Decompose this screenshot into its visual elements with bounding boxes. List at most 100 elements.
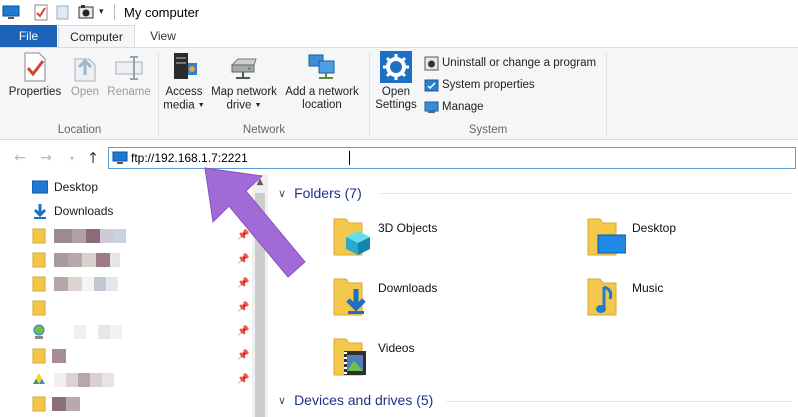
properties-quick-icon[interactable] (34, 4, 48, 24)
scroll-up-chevron-icon[interactable]: ▲ (252, 177, 268, 191)
pin-icon[interactable]: 📌 (237, 350, 249, 361)
folder-videos[interactable]: Videos (332, 335, 532, 385)
address-bar[interactable] (108, 147, 796, 169)
folder-3d-objects[interactable]: 3D Objects (332, 215, 532, 265)
folder-music[interactable]: Music (586, 275, 786, 325)
folder-icon (32, 276, 46, 292)
system-properties-button[interactable]: System properties (424, 75, 535, 95)
devices-section-title: Devices and drives (5) (294, 392, 434, 408)
media-server-icon (174, 53, 197, 79)
pin-icon[interactable]: 📌 (237, 374, 249, 385)
navigation-pane-scrollbar[interactable]: ▲ (252, 175, 268, 417)
map-drive-label-1: Map network (211, 86, 277, 98)
desktop-icon (32, 180, 48, 194)
scrollbar-thumb[interactable] (255, 193, 265, 417)
open-settings-label-2: Settings (375, 99, 417, 111)
videos-folder-icon (333, 338, 366, 376)
list-item[interactable] (32, 322, 122, 342)
rename-label: Rename (107, 86, 151, 98)
folder-name: Music (632, 281, 664, 295)
folder-name: 3D Objects (378, 221, 438, 235)
chevron-down-icon: ▼ (197, 102, 205, 109)
system-properties-icon (424, 79, 439, 91)
title-bar: ▾ My computer (0, 0, 798, 25)
tab-file[interactable]: File (0, 25, 57, 47)
map-drive-label-2: drive (226, 99, 252, 112)
add-location-label-1: Add a network (285, 86, 359, 98)
rename-button[interactable]: Rename (106, 51, 152, 99)
properties-button[interactable]: Properties (6, 51, 64, 99)
uninstall-program-button[interactable]: Uninstall or change a program (424, 53, 596, 73)
tab-computer[interactable]: Computer (58, 25, 135, 48)
pin-icon[interactable]: 📌 (237, 326, 249, 337)
list-item[interactable] (32, 370, 114, 390)
folder-name: Desktop (632, 221, 677, 235)
tab-view[interactable]: View (137, 25, 189, 47)
pin-icon[interactable]: 📌 (237, 254, 249, 265)
list-item[interactable] (32, 346, 66, 366)
3d-objects-folder-icon (333, 218, 370, 256)
pin-icon[interactable]: 📌 (237, 278, 249, 289)
chevron-down-icon: ▼ (254, 102, 262, 109)
list-item[interactable] (32, 394, 80, 414)
ribbon: Properties Open Rename Location Access m… (0, 47, 798, 140)
nav-item-label: Downloads (54, 204, 114, 218)
folder-icon (32, 300, 46, 316)
address-input[interactable] (131, 150, 731, 166)
forward-arrow-icon[interactable]: → (38, 150, 54, 166)
uninstall-icon (424, 56, 439, 70)
window-title: My computer (124, 5, 200, 20)
rename-icon (115, 56, 143, 80)
customize-quick-access-icon[interactable]: ▾ (99, 7, 104, 17)
manage-button[interactable]: Manage (424, 97, 484, 117)
access-media-label-2: media (163, 99, 195, 112)
group-separator (369, 52, 370, 136)
list-item[interactable] (32, 250, 120, 270)
network-group-label: Network (242, 124, 286, 136)
computer-icon (112, 151, 128, 164)
chevron-down-icon: ∨ (278, 187, 287, 200)
pin-icon[interactable]: 📌 (237, 302, 249, 313)
access-media-button[interactable]: Access media ▼ (162, 51, 206, 113)
properties-icon (24, 52, 46, 82)
google-drive-icon (33, 373, 45, 384)
navigation-pane: Desktop Downloads 📌 📌 📌 📌 📌 📌 📌 ▲ (0, 175, 268, 417)
nav-item-desktop[interactable]: Desktop (32, 177, 98, 197)
content-pane: ∨ Folders (7) 3D Objects Desktop Downloa… (268, 175, 798, 417)
map-network-drive-button[interactable]: Map network drive ▼ (206, 51, 282, 113)
network-drive-icon (230, 58, 257, 79)
section-divider (380, 193, 792, 194)
folder-icon (32, 348, 46, 364)
open-settings-label-1: Open (381, 86, 411, 98)
nav-item-downloads[interactable]: Downloads (32, 201, 113, 221)
list-item[interactable] (32, 274, 118, 294)
up-arrow-icon[interactable]: ↑ (85, 149, 101, 167)
open-icon (74, 58, 96, 82)
list-item[interactable] (32, 226, 126, 246)
manage-icon (424, 101, 439, 113)
ribbon-tabs: File Computer View (0, 25, 798, 48)
new-folder-quick-icon[interactable] (56, 5, 69, 23)
add-network-location-button[interactable]: Add a network location (282, 51, 362, 112)
open-settings-button[interactable]: Open Settings (373, 51, 419, 112)
folders-section-header[interactable]: ∨ Folders (7) (278, 182, 362, 204)
pin-icon[interactable]: 📌 (237, 230, 249, 241)
recent-locations-chevron-icon[interactable]: ▾ (64, 150, 80, 166)
open-button[interactable]: Open (66, 51, 104, 99)
folder-downloads[interactable]: Downloads (332, 275, 532, 325)
back-arrow-icon[interactable]: ← (12, 150, 28, 166)
system-properties-label: System properties (442, 79, 535, 91)
list-item[interactable] (32, 298, 46, 318)
computer-icon[interactable] (2, 5, 20, 23)
desktop-folder-icon (587, 218, 626, 256)
location-group-label: Location (57, 124, 102, 136)
group-separator (158, 52, 159, 136)
devices-section-header[interactable]: ∨ Devices and drives (5) (278, 389, 433, 411)
folder-icon (32, 252, 46, 268)
address-row: ← → ▾ ↑ (0, 141, 798, 175)
folder-icon (32, 396, 46, 412)
camera-quick-icon[interactable] (78, 4, 94, 23)
folder-desktop[interactable]: Desktop (586, 215, 786, 265)
group-separator (606, 52, 607, 136)
folders-section-title: Folders (7) (294, 185, 362, 201)
